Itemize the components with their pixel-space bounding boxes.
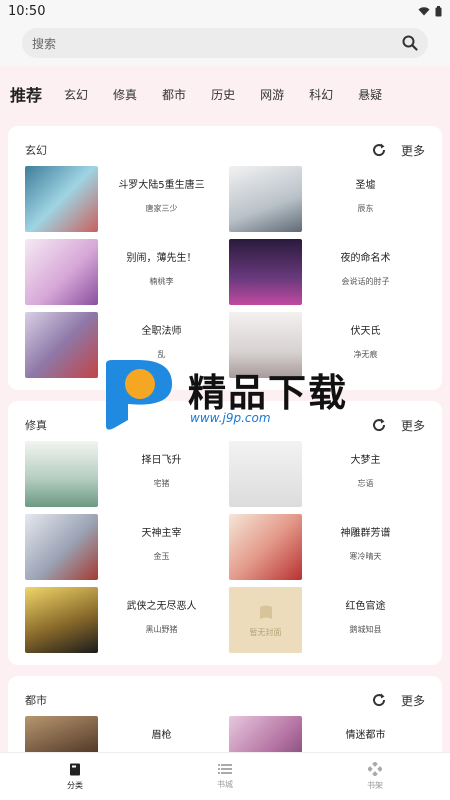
book-author: 宅猪	[153, 479, 170, 488]
more-link[interactable]: 更多	[401, 142, 425, 159]
book-author: 净无痕	[353, 350, 378, 359]
book-item[interactable]: 伏天氏 净无痕	[229, 312, 429, 378]
book-item[interactable]: 武侠之无尽恶人 黑山野猪	[25, 587, 225, 653]
search-bar: 搜索	[0, 22, 450, 66]
no-cover-icon	[259, 605, 272, 619]
book-cover	[25, 239, 98, 305]
book-cover	[25, 514, 98, 580]
book-author: 会说话的肘子	[341, 277, 390, 286]
book-item[interactable]: 全职法师 乱	[25, 312, 225, 378]
book-cover	[229, 239, 302, 305]
nav-label: 书架	[367, 781, 383, 790]
book-title: 武侠之无尽恶人	[126, 601, 197, 612]
book-cover	[229, 441, 302, 507]
nav-label: 分类	[67, 780, 83, 790]
book-author: 唐家三少	[145, 204, 178, 213]
book-item[interactable]: 眉枪	[25, 716, 225, 752]
status-bar: 10:50	[0, 0, 450, 22]
book-item[interactable]: 圣墟 辰东	[229, 166, 429, 232]
section-card-xuanhuan: 玄幻 更多 斗罗大陆5重生唐三 唐家三少 圣墟 辰东 别闹，薄先生！ 楠桃李 夜…	[8, 126, 442, 390]
search-icon[interactable]	[402, 35, 418, 51]
book-title: 全职法师	[141, 326, 182, 337]
nav-bookstore[interactable]: 书城	[150, 753, 300, 800]
search-input[interactable]: 搜索	[22, 28, 428, 58]
section-title: 修真	[25, 419, 47, 432]
refresh-icon[interactable]	[371, 692, 387, 708]
book-title: 择日飞升	[141, 455, 182, 466]
book-cover	[25, 441, 98, 507]
nav-label: 书城	[217, 780, 233, 789]
book-title: 天神主宰	[141, 528, 182, 539]
book-cover	[229, 312, 302, 378]
bookshelf-icon	[368, 762, 382, 776]
book-author: 乱	[157, 350, 166, 359]
category-icon	[70, 763, 80, 775]
refresh-icon[interactable]	[371, 142, 387, 158]
refresh-icon[interactable]	[371, 417, 387, 433]
bottom-nav: 分类 书城 书架	[0, 752, 450, 800]
more-link[interactable]: 更多	[401, 692, 425, 709]
book-item[interactable]: 夜的命名术 会说话的肘子	[229, 239, 429, 305]
book-title: 圣墟	[355, 180, 376, 191]
book-item[interactable]: 神雕群芳谱 寒冷晴天	[229, 514, 429, 580]
tab-lishi[interactable]: 历史	[211, 86, 235, 103]
tab-xuanhuan[interactable]: 玄幻	[64, 86, 88, 103]
tab-recommend[interactable]: 推荐	[10, 82, 42, 106]
tab-xiuzhen[interactable]: 修真	[113, 86, 137, 103]
tab-wangyou[interactable]: 网游	[260, 86, 284, 103]
book-title: 红色官途	[345, 601, 386, 612]
section-card-xiuzhen: 修真 更多 择日飞升 宅猪 大梦主 忘语 天神主宰 金玉 神雕群芳谱 寒冷晴天 …	[8, 401, 442, 665]
book-title: 情迷都市	[345, 730, 386, 741]
book-author: 鹅城知县	[349, 625, 382, 634]
nav-bookshelf[interactable]: 书架	[300, 753, 450, 800]
book-cover	[229, 514, 302, 580]
book-title: 眉枪	[151, 730, 172, 741]
section-title: 都市	[25, 694, 47, 707]
book-author: 楠桃李	[149, 277, 174, 286]
book-title: 大梦主	[350, 455, 381, 466]
book-title: 斗罗大陆5重生唐三	[118, 180, 205, 191]
book-title: 神雕群芳谱	[340, 528, 391, 539]
book-item[interactable]: 斗罗大陆5重生唐三 唐家三少	[25, 166, 225, 232]
book-title: 别闹，薄先生！	[126, 253, 197, 264]
book-item[interactable]: 大梦主 忘语	[229, 441, 429, 507]
book-cover	[229, 716, 302, 752]
tab-xuanyi[interactable]: 悬疑	[358, 86, 382, 103]
book-author: 金玉	[153, 552, 170, 561]
tab-kehuan[interactable]: 科幻	[309, 86, 333, 103]
no-cover-label: 暂无封面	[249, 627, 282, 637]
tab-dushi[interactable]: 都市	[162, 86, 186, 103]
wifi-icon	[418, 7, 430, 16]
search-placeholder: 搜索	[32, 36, 57, 51]
section-card-dushi: 都市 更多 眉枪 情迷都市	[8, 676, 442, 752]
book-author: 黑山野猪	[145, 625, 178, 634]
book-item[interactable]: 择日飞升 宅猪	[25, 441, 225, 507]
book-author: 忘语	[357, 479, 374, 488]
battery-icon	[435, 5, 442, 16]
bookstore-icon	[218, 764, 232, 774]
book-cover	[25, 716, 98, 752]
section-title: 玄幻	[25, 144, 47, 157]
nav-category[interactable]: 分类	[0, 753, 150, 800]
book-title: 伏天氏	[350, 326, 381, 337]
book-item[interactable]: 天神主宰 金玉	[25, 514, 225, 580]
book-item[interactable]: 暂无封面 红色官途 鹅城知县	[229, 587, 429, 653]
book-author: 寒冷晴天	[349, 552, 382, 561]
book-cover	[25, 587, 98, 653]
book-title: 夜的命名术	[340, 253, 391, 264]
book-cover-placeholder: 暂无封面	[229, 587, 302, 653]
book-item[interactable]: 情迷都市	[229, 716, 429, 752]
status-icons	[418, 5, 442, 17]
category-tabs: 推荐 玄幻 修真 都市 历史 网游 科幻 悬疑	[0, 66, 450, 122]
book-cover	[25, 312, 98, 378]
book-cover	[229, 166, 302, 232]
more-link[interactable]: 更多	[401, 417, 425, 434]
book-item[interactable]: 别闹，薄先生！ 楠桃李	[25, 239, 225, 305]
book-cover	[25, 166, 98, 232]
book-author: 辰东	[357, 204, 374, 213]
status-time: 10:50	[8, 3, 46, 19]
